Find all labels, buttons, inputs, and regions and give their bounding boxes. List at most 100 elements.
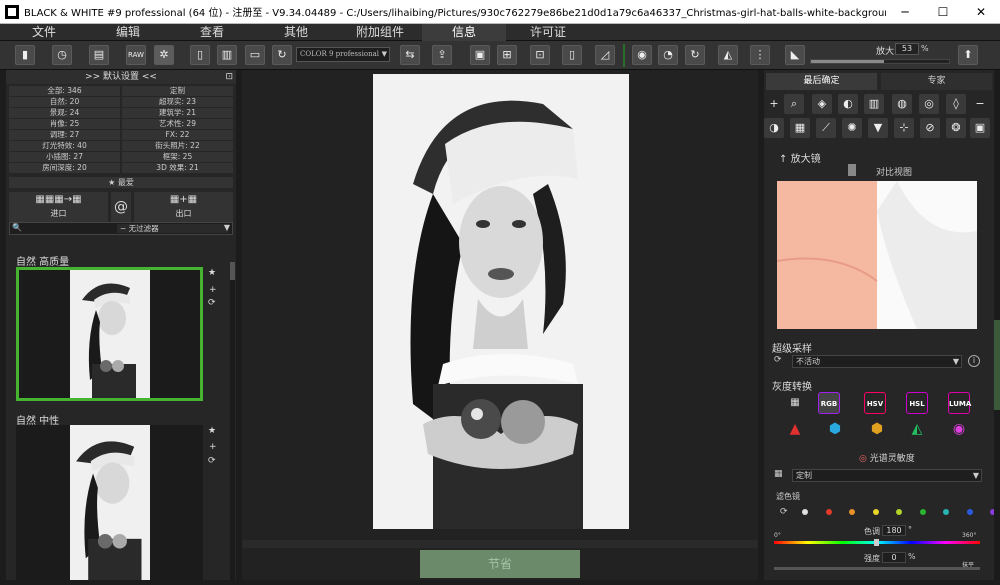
sync-icon[interactable]: ⟳ xyxy=(208,456,216,466)
bucket-icon[interactable]: ▥ xyxy=(864,94,884,114)
hue-value[interactable]: 180 xyxy=(882,525,906,536)
no-entry-icon[interactable]: ⊘ xyxy=(920,118,940,138)
cone-icon[interactable]: ◭ xyxy=(906,418,928,440)
prism-icon[interactable]: ▼ xyxy=(868,118,888,138)
category-depth[interactable]: 房间深度: 20 xyxy=(9,163,120,173)
menu-file[interactable]: 文件 xyxy=(2,24,86,41)
tab-finalize[interactable]: 最后确定 xyxy=(766,73,877,90)
more-icon[interactable]: ⋮ xyxy=(750,45,770,65)
category-fx[interactable]: FX: 22 xyxy=(122,130,233,140)
minus-icon[interactable]: − xyxy=(970,94,990,114)
menu-license[interactable]: 许可证 xyxy=(506,24,590,41)
category-artistic[interactable]: 艺术性: 29 xyxy=(122,119,233,129)
open-file-icon[interactable]: ▮ xyxy=(15,45,35,65)
supersample-dropdown[interactable]: 不活动 ▼ xyxy=(792,355,962,368)
gradient-icon[interactable]: ⟋ xyxy=(816,118,836,138)
tab-expert[interactable]: 专家 xyxy=(881,73,992,90)
color-filter-dot[interactable] xyxy=(849,509,855,515)
color-hex-icon[interactable]: ⬢ xyxy=(866,418,888,440)
hexagon-icon[interactable]: ⬢ xyxy=(824,418,846,440)
filter-dropdown[interactable]: ~ 无过滤器 xyxy=(117,224,229,233)
category-architecture[interactable]: 建筑学: 21 xyxy=(122,108,233,118)
zoom-fit-icon[interactable]: ◣ xyxy=(785,45,805,65)
close-button[interactable]: ✕ xyxy=(962,0,1000,24)
print-icon[interactable]: ▭ xyxy=(245,45,265,65)
documents-icon[interactable]: ▤ xyxy=(89,45,109,65)
menu-info[interactable]: 信息 xyxy=(422,23,506,41)
category-toning[interactable]: 调理: 27 xyxy=(9,130,120,140)
copy-icon[interactable]: ▣ xyxy=(970,118,990,138)
grain-icon[interactable]: ▦ xyxy=(790,118,810,138)
hdr-icon[interactable]: ◎ xyxy=(919,94,939,114)
luma-mode-button[interactable]: LUMA xyxy=(948,392,971,414)
before-after-icon[interactable]: ◔ xyxy=(658,45,678,65)
category-nature[interactable]: 自然: 20 xyxy=(9,97,120,107)
compare-toggle[interactable] xyxy=(848,164,856,176)
info-icon[interactable]: i xyxy=(968,355,980,367)
category-surreal[interactable]: 超现实: 23 xyxy=(122,97,233,107)
category-portrait[interactable]: 肖像: 25 xyxy=(9,119,120,129)
transfer-icon[interactable]: ⇆ xyxy=(400,45,420,65)
compare-icon[interactable]: ⊞ xyxy=(497,45,517,65)
preset-thumbnail-selected[interactable] xyxy=(16,267,203,401)
category-landscape[interactable]: 景观: 24 xyxy=(9,108,120,118)
color-filter-dot[interactable] xyxy=(825,509,832,515)
fullscreen-icon[interactable]: ⬆ xyxy=(958,45,978,65)
grid-dots-icon[interactable]: ▦ xyxy=(774,469,783,479)
search-icon[interactable]: 🔍 xyxy=(12,223,22,232)
menu-other[interactable]: 其他 xyxy=(254,24,338,41)
color-filter-dot[interactable] xyxy=(966,509,973,515)
plugin-combo[interactable]: COLOR 9 professional ▼ xyxy=(296,47,390,62)
split-toning-icon[interactable]: ◑ xyxy=(764,118,784,138)
category-3d[interactable]: 3D 效果: 21 xyxy=(122,163,233,173)
pin-icon[interactable]: ⊡ xyxy=(225,70,233,84)
add-preset-icon[interactable]: + xyxy=(209,442,217,452)
import-button[interactable]: ▦▦▦→▦ 进口 xyxy=(9,192,108,222)
add-icon[interactable]: + xyxy=(764,94,784,114)
histogram-icon[interactable]: ◿ xyxy=(595,45,615,65)
favorites-button[interactable]: ★ 最爱 xyxy=(9,177,233,188)
nodes-icon[interactable]: ⊹ xyxy=(894,118,914,138)
preset-thumbnail[interactable] xyxy=(16,425,203,580)
contrast-icon[interactable]: ◐ xyxy=(838,94,858,114)
category-custom[interactable]: 定制 xyxy=(122,86,233,96)
aperture-icon[interactable]: ❂ xyxy=(946,118,966,138)
share-icon[interactable]: ↻ xyxy=(272,45,292,65)
collapse-arrow-icon[interactable]: ↑ xyxy=(779,154,787,165)
save-as-icon[interactable]: ▥ xyxy=(217,45,237,65)
copy-settings-icon[interactable]: ▣ xyxy=(470,45,490,65)
diamond-icon[interactable]: ◈ xyxy=(812,94,832,114)
palette-icon[interactable]: ✺ xyxy=(842,118,862,138)
color-filter-dot[interactable] xyxy=(802,509,808,515)
mirror-icon[interactable]: ◭ xyxy=(718,45,738,65)
raw-icon[interactable]: RAW xyxy=(126,45,146,65)
email-at-button[interactable]: @ xyxy=(111,192,131,222)
triangle-icon[interactable]: ▲ xyxy=(784,418,806,440)
color-wheel-icon[interactable]: ◍ xyxy=(892,94,912,114)
category-vignette[interactable]: 小插图: 27 xyxy=(9,152,120,162)
menu-addons[interactable]: 附加组件 xyxy=(338,24,422,41)
category-lighting[interactable]: 灯光特效: 40 xyxy=(9,141,120,151)
export-icon[interactable]: ⇪ xyxy=(432,45,452,65)
main-image-canvas[interactable] xyxy=(373,74,629,529)
hsv-mode-button[interactable]: HSV xyxy=(864,392,886,414)
color-filter-dot[interactable] xyxy=(872,509,879,515)
menu-view[interactable]: 查看 xyxy=(170,24,254,41)
favorite-star-icon[interactable]: ★ xyxy=(208,268,216,278)
maximize-button[interactable]: ☐ xyxy=(924,0,962,24)
menu-edit[interactable]: 编辑 xyxy=(86,24,170,41)
chevron-down-icon[interactable]: ▼ xyxy=(224,223,230,232)
category-all[interactable]: 全部: 346 xyxy=(9,86,120,96)
sync-icon[interactable]: ⟳ xyxy=(208,298,216,308)
minimize-button[interactable]: ─ xyxy=(886,0,924,24)
scrollbar-thumb[interactable] xyxy=(230,262,235,280)
magnifier-icon[interactable]: ⌕ xyxy=(784,94,804,114)
zoom-value[interactable]: 53 xyxy=(895,43,919,55)
color-filter-dot[interactable] xyxy=(943,509,949,515)
color-filter-dot[interactable] xyxy=(896,509,902,515)
crop-icon[interactable]: ⊡ xyxy=(530,45,550,65)
category-street[interactable]: 街头照片: 22 xyxy=(122,141,233,151)
hue-slider-handle[interactable] xyxy=(874,539,879,546)
grid-dots-icon[interactable]: ▦ xyxy=(784,392,806,414)
hsl-mode-button[interactable]: HSL xyxy=(906,392,928,414)
